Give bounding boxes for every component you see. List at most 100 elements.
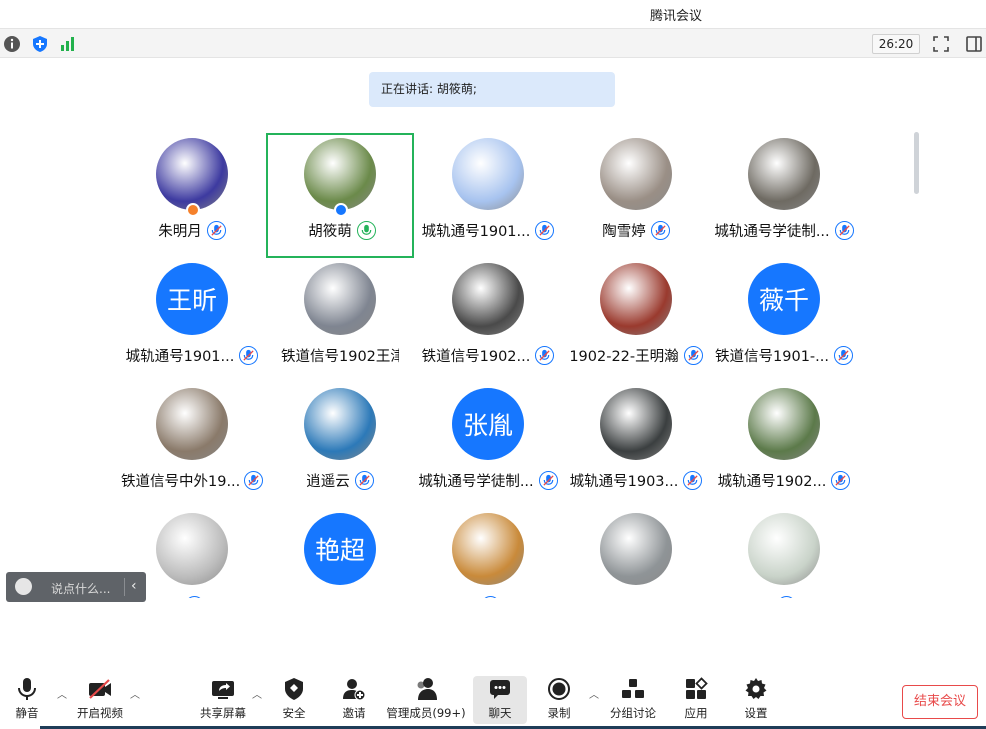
participant-name-row: 城轨通号学徒制... — [710, 219, 858, 241]
participant-name-row — [266, 594, 414, 598]
participant-name-row: 胡筱萌 — [268, 219, 416, 241]
participant-tile[interactable]: 朱明月 — [118, 128, 266, 253]
participant-tile[interactable]: 陶雪婷 — [562, 128, 710, 253]
participant-name-row: 陶雪婷 — [562, 219, 710, 241]
end-meeting-button[interactable]: 结束会议 — [902, 685, 978, 719]
invite-button[interactable]: 邀请 — [338, 676, 370, 724]
avatar-initials: 张胤 — [462, 411, 513, 440]
security-button[interactable]: 安全 — [278, 676, 310, 724]
participant-tile[interactable]: 城轨通号1903... — [562, 378, 710, 503]
participant-name: 城轨通号1901... — [125, 348, 235, 365]
host-badge-icon — [186, 203, 200, 217]
participant-tile[interactable]: 胡筱萌 — [266, 133, 414, 258]
fullscreen-icon[interactable] — [932, 35, 950, 53]
meeting-timer: 26:20 — [872, 34, 920, 54]
participant-tile[interactable] — [710, 503, 858, 598]
participant-tile[interactable]: 艳超 — [266, 503, 414, 598]
sidebar-toggle-icon[interactable] — [965, 35, 983, 53]
record-button[interactable]: 录制 — [543, 676, 575, 724]
participant-tile[interactable] — [414, 503, 562, 598]
mute-options-chevron-icon[interactable]: ︿ — [57, 686, 67, 701]
avatar — [748, 138, 820, 210]
record-options-chevron-icon[interactable]: ︿ — [589, 686, 599, 701]
participant-name-row: 铁道信号中外19... — [118, 469, 266, 491]
participant-tile[interactable]: 张胤城轨通号学徒制... — [414, 378, 562, 503]
participant-tile[interactable]: 王昕城轨通号1901... — [118, 253, 266, 378]
avatar: 王昕 — [156, 263, 228, 335]
mic-muted-icon — [650, 220, 670, 240]
mute-button[interactable]: 静音 — [10, 676, 44, 724]
participant-name-row: 城轨通号1901... — [118, 344, 266, 366]
participant-name-row: 逍遥云 — [266, 469, 414, 491]
title-bar: 腾讯会议 — [0, 0, 986, 28]
mic-muted-icon — [354, 470, 374, 490]
settings-label: 设置 — [744, 706, 768, 720]
mic-muted-icon — [206, 220, 226, 240]
manage-members-button[interactable]: 管理成员(99+) — [386, 676, 466, 724]
participant-name-row — [562, 594, 710, 598]
avatar — [600, 263, 672, 335]
participant-name: 铁道信号1901-... — [715, 348, 829, 365]
chat-label: 聊天 — [488, 706, 512, 720]
breakout-button[interactable]: 分组讨论 — [609, 676, 657, 724]
collapse-chevron-icon[interactable]: ‹ — [131, 578, 137, 594]
participant-name-row: 1902-22-王明瀚 — [562, 344, 710, 366]
avatar — [304, 138, 376, 210]
grid-scrollbar[interactable] — [914, 132, 919, 194]
participant-tile[interactable]: 城轨通号学徒制... — [710, 128, 858, 253]
share-screen-button[interactable]: 共享屏幕 — [198, 676, 248, 724]
participant-grid: 朱明月 胡筱萌 城轨通号1901... 陶雪婷 城轨通号学徒制... 王昕 城轨通号1901… — [118, 128, 858, 598]
avatar: 张胤 — [452, 388, 524, 460]
video-button[interactable]: 开启视频 — [76, 676, 124, 724]
avatar: 薇千 — [748, 263, 820, 335]
avatar — [452, 513, 524, 585]
participant-name-row: 城轨通号1903... — [562, 469, 710, 491]
mic-muted-icon — [538, 470, 558, 490]
participant-tile[interactable]: 逍遥云 — [266, 378, 414, 503]
emoji-icon[interactable] — [15, 578, 32, 595]
participant-name: 城轨通号学徒制... — [418, 473, 534, 490]
chat-button[interactable]: 聊天 — [473, 676, 527, 724]
participant-tile[interactable]: 城轨通号1901... — [414, 128, 562, 253]
participant-tile[interactable]: 铁道信号中外19... — [118, 378, 266, 503]
participant-name: 逍遥云 — [306, 473, 350, 490]
avatar — [156, 138, 228, 210]
signal-icon[interactable] — [59, 35, 77, 53]
participant-tile[interactable]: 1902-22-王明瀚 — [562, 253, 710, 378]
video-options-chevron-icon[interactable]: ︿ — [130, 686, 140, 701]
avatar-initials: 薇千 — [758, 286, 809, 315]
mic-muted-icon — [834, 220, 854, 240]
chat-bubble-icon — [487, 676, 513, 702]
participant-tile[interactable] — [562, 503, 710, 598]
breakout-label: 分组讨论 — [610, 706, 656, 720]
participant-tile[interactable]: 薇千铁道信号1901-... — [710, 253, 858, 378]
participant-name-row: 朱明月 — [118, 219, 266, 241]
share-options-chevron-icon[interactable]: ︿ — [252, 686, 262, 701]
participant-name: 铁道信号中外19... — [121, 473, 239, 490]
mic-active-icon — [356, 220, 376, 240]
mic-muted-icon — [239, 345, 259, 365]
avatar — [600, 513, 672, 585]
members-label: 管理成员(99+) — [386, 706, 466, 720]
avatar-initials: 艳超 — [314, 536, 365, 565]
chat-placeholder: 说点什么... — [51, 582, 111, 596]
participant-name: 城轨通号1902... — [717, 473, 827, 490]
apps-button[interactable]: 应用 — [680, 676, 712, 724]
shield-icon[interactable] — [31, 35, 49, 53]
participant-name-row — [710, 594, 858, 598]
avatar — [452, 263, 524, 335]
settings-button[interactable]: 设置 — [740, 676, 772, 724]
mic-muted-icon — [683, 470, 703, 490]
participant-name-row: 铁道信号1902王津默 — [266, 344, 414, 366]
mic-muted-icon — [831, 470, 851, 490]
info-icon[interactable] — [3, 35, 21, 53]
share-label: 共享屏幕 — [200, 706, 246, 720]
participant-tile[interactable]: 城轨通号1902... — [710, 378, 858, 503]
security-label: 安全 — [282, 706, 306, 720]
participant-tile[interactable]: 铁道信号1902... — [414, 253, 562, 378]
avatar: 艳超 — [304, 513, 376, 585]
participant-tile[interactable]: 铁道信号1902王津默 — [266, 253, 414, 378]
participant-name: 朱明月 — [158, 223, 202, 240]
chat-input[interactable]: 说点什么... ‹ — [6, 572, 146, 602]
mic-muted-icon — [244, 470, 263, 490]
